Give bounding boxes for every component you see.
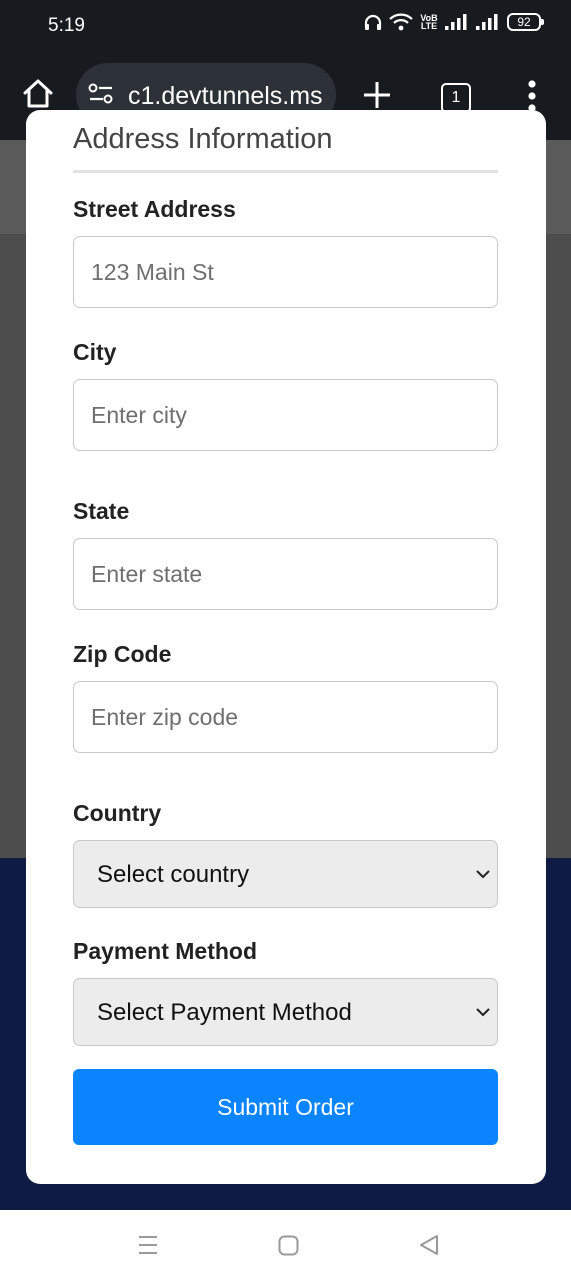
headphones-icon (364, 14, 382, 30)
country-select-value: Select country (97, 861, 250, 888)
status-time: 5:19 (48, 15, 85, 36)
city-input[interactable] (73, 379, 498, 451)
state-label: State (73, 498, 130, 524)
volte-indicator: VoB LTE (420, 13, 438, 31)
battery-icon: 92 (507, 13, 544, 31)
city-label: City (73, 339, 117, 365)
home-nav-icon[interactable] (278, 1235, 299, 1256)
home-icon[interactable] (22, 78, 54, 108)
payment-method-select[interactable]: Select Payment Method (73, 978, 498, 1046)
wifi-icon (389, 13, 413, 31)
system-nav-bar (0, 1210, 571, 1280)
order-form-card: Address Information Street Address City … (26, 110, 546, 1184)
section-divider (73, 170, 498, 173)
payment-method-select-value: Select Payment Method (97, 999, 352, 1026)
site-settings-icon[interactable] (88, 83, 114, 105)
street-address-input[interactable] (73, 236, 498, 308)
section-title: Address Information (73, 123, 333, 155)
signal-icon (445, 14, 467, 30)
submit-order-button[interactable]: Submit Order (73, 1069, 498, 1145)
more-options-icon[interactable] (525, 80, 539, 112)
zip-code-input[interactable] (73, 681, 498, 753)
zip-code-label: Zip Code (73, 641, 172, 667)
country-label: Country (73, 800, 162, 826)
new-tab-icon[interactable] (362, 80, 392, 110)
status-bar: 5:19 VoB LTE 92 (0, 0, 571, 52)
back-icon[interactable] (418, 1234, 440, 1256)
chevron-down-icon (476, 1008, 490, 1017)
street-address-label: Street Address (73, 196, 236, 222)
payment-method-label: Payment Method (73, 938, 258, 964)
chevron-down-icon (476, 870, 490, 879)
country-select[interactable]: Select country (73, 840, 498, 908)
signal-icon-sim2 (476, 14, 498, 30)
recents-icon[interactable] (137, 1234, 159, 1256)
state-input[interactable] (73, 538, 498, 610)
tab-switcher-button[interactable]: 1 (441, 83, 471, 113)
url-text: c1.devtunnels.ms (128, 82, 323, 110)
status-icons: VoB LTE 92 (364, 13, 544, 31)
